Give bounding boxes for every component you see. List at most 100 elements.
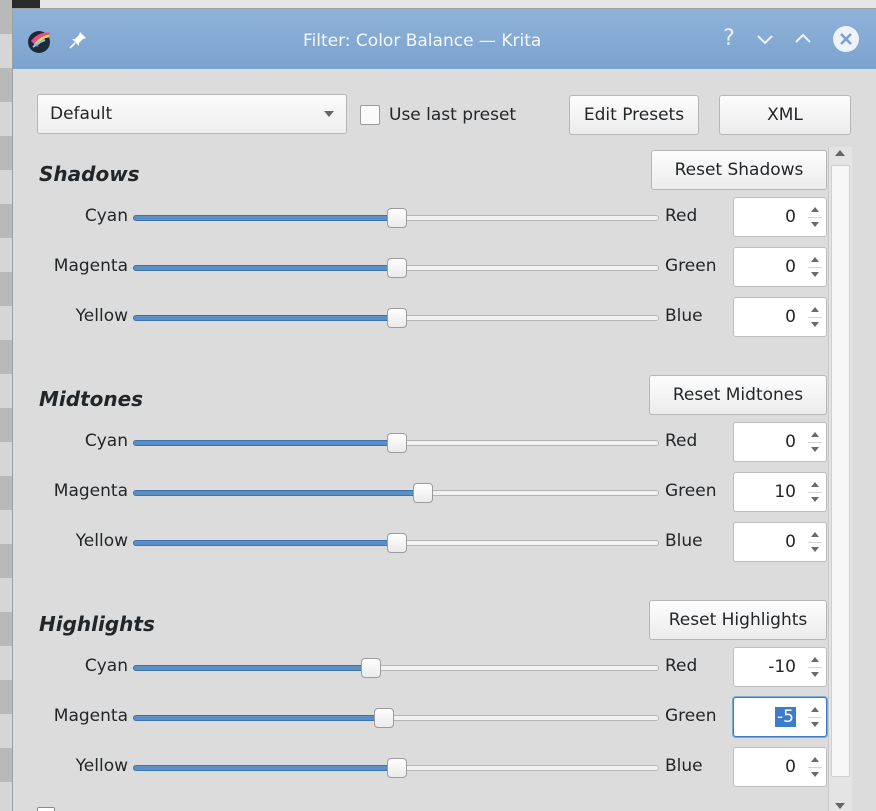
slider-fill [133,315,396,321]
value-spinbox[interactable]: 10 [733,472,827,512]
balance-row-magenta-green: Magenta Green 0 [13,247,828,287]
balance-slider[interactable] [133,483,659,503]
spin-down-icon[interactable] [811,547,819,552]
spin-down-icon[interactable] [811,222,819,227]
reset-shadows-button[interactable]: Reset Shadows [651,150,827,190]
spinbox-value[interactable]: 0 [785,432,796,452]
slider-fill [133,540,396,546]
spin-up-icon[interactable] [811,707,819,712]
reset-midtones-button[interactable]: Reset Midtones [649,375,827,415]
spinbox-value[interactable]: 0 [785,307,796,327]
spin-down-icon[interactable] [811,722,819,727]
slider-handle[interactable] [361,658,381,678]
spin-up-icon[interactable] [811,657,819,662]
balance-slider[interactable] [133,658,659,678]
vertical-scrollbar[interactable] [828,147,852,811]
spin-up-icon[interactable] [811,207,819,212]
slider-handle[interactable] [413,483,433,503]
spin-up-icon[interactable] [811,307,819,312]
spin-up-icon[interactable] [811,532,819,537]
slider-handle[interactable] [387,433,407,453]
value-spinbox[interactable]: 0 [733,197,827,237]
minimize-icon[interactable] [753,27,777,51]
slider-fill [133,215,396,221]
title-bar[interactable]: Filter: Color Balance — Krita ? [13,9,876,69]
spin-down-icon[interactable] [811,322,819,327]
balance-slider[interactable] [133,308,659,328]
section-title-highlights: Highlights [39,612,155,636]
balance-slider[interactable] [133,533,659,553]
value-spinbox[interactable]: 0 [733,247,827,287]
balance-row-yellow-blue: Yellow Blue 0 [13,297,828,337]
balance-slider[interactable] [133,258,659,278]
value-spinbox[interactable]: -5 [733,697,827,737]
value-spinbox[interactable]: 0 [733,522,827,562]
scrollbar-thumb[interactable] [831,165,850,777]
spinbox-value[interactable]: -5 [775,707,796,727]
spin-down-icon[interactable] [811,772,819,777]
spin-down-icon[interactable] [811,447,819,452]
spin-divider [808,717,822,718]
spin-down-icon[interactable] [811,272,819,277]
balance-row-yellow-blue: Yellow Blue 0 [13,522,828,562]
spin-up-icon[interactable] [811,257,819,262]
value-spinbox[interactable]: 0 [733,422,827,462]
spinbox-value[interactable]: 10 [774,482,796,502]
slider-right-label: Blue [665,306,703,326]
close-icon[interactable] [833,26,859,52]
balance-slider[interactable] [133,708,659,728]
edit-presets-button[interactable]: Edit Presets [569,95,699,135]
krita-app-icon[interactable] [25,27,55,55]
xml-button[interactable]: XML [719,95,851,135]
checkbox-box[interactable] [37,807,55,811]
spinbox-value[interactable]: 0 [785,532,796,552]
balance-slider[interactable] [133,208,659,228]
scroll-down-icon[interactable] [835,803,845,809]
value-spinbox[interactable]: 0 [733,747,827,787]
slider-right-label: Red [665,206,698,226]
slider-right-label: Green [665,481,717,501]
slider-handle[interactable] [387,208,407,228]
desktop-background-top-light [40,0,876,8]
slider-left-label: Magenta [53,706,128,726]
desktop-background-strip [0,0,12,811]
balance-row-cyan-red: Cyan Red 0 [13,422,828,462]
preset-value: Default [50,104,113,124]
balance-row-magenta-green: Magenta Green -5 [13,697,828,737]
spin-divider [808,492,822,493]
slider-right-label: Blue [665,531,703,551]
slider-handle[interactable] [387,308,407,328]
spin-down-icon[interactable] [811,672,819,677]
slider-fill [133,440,396,446]
spinbox-value[interactable]: 0 [785,207,796,227]
spinbox-value[interactable]: 0 [785,257,796,277]
slider-handle[interactable] [374,708,394,728]
value-spinbox[interactable]: 0 [733,297,827,337]
spinbox-value[interactable]: 0 [785,757,796,777]
reset-highlights-button[interactable]: Reset Highlights [649,600,827,640]
slider-handle[interactable] [387,758,407,778]
value-spinbox[interactable]: -10 [733,647,827,687]
balance-slider[interactable] [133,758,659,778]
spin-up-icon[interactable] [811,757,819,762]
spin-up-icon[interactable] [811,482,819,487]
spinbox-value[interactable]: -10 [768,657,796,677]
slider-fill [133,490,422,496]
checkbox-box[interactable] [360,105,380,125]
preset-combobox[interactable]: Default [37,94,347,134]
scroll-up-icon[interactable] [835,150,845,156]
slider-fill [133,665,370,671]
spin-divider [808,317,822,318]
slider-handle[interactable] [387,533,407,553]
slider-fill [133,265,396,271]
slider-handle[interactable] [387,258,407,278]
spin-up-icon[interactable] [811,432,819,437]
spin-down-icon[interactable] [811,497,819,502]
preserve-luminosity-checkbox[interactable] [37,807,55,811]
use-last-preset-checkbox[interactable]: Use last preset [360,104,516,126]
pin-icon[interactable] [69,31,87,49]
spin-divider [808,217,822,218]
balance-slider[interactable] [133,433,659,453]
help-icon[interactable]: ? [717,27,741,51]
maximize-icon[interactable] [791,27,815,51]
